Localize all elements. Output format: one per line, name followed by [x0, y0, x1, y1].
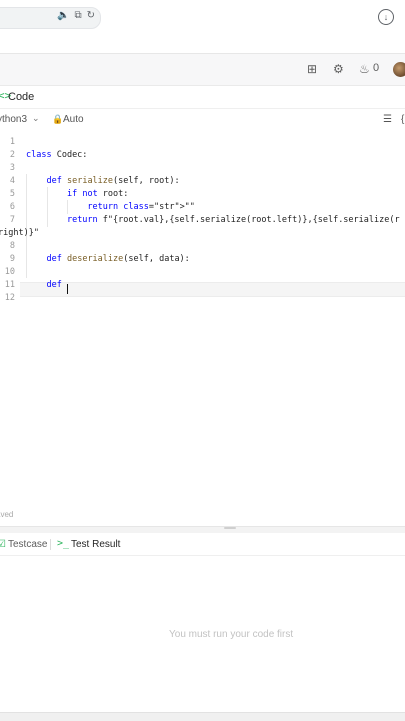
line-number: 3 — [9, 163, 15, 173]
editor-toolbar: ython3 ⌄ 🔒 Auto ☰ { — [0, 110, 405, 131]
line-number: 4 — [9, 176, 15, 186]
code-line: def — [46, 280, 62, 290]
line-number: 9 — [9, 254, 15, 264]
bottom-panel-tabs: ☑ Testcase >_ Test Result — [0, 533, 405, 556]
speaker-icon[interactable]: 🔈 — [57, 10, 69, 21]
address-bar-icons: 🔈 ⧉ ↻ — [57, 10, 95, 21]
code-line: class Codec: — [26, 150, 88, 160]
refresh-icon[interactable]: ↻ — [87, 10, 95, 21]
checkbox-icon: ☑ — [0, 539, 6, 550]
chevron-down-icon[interactable]: ⌄ — [32, 113, 40, 124]
avatar[interactable] — [393, 62, 405, 77]
empty-result-message: You must run your code first — [169, 629, 294, 640]
layout-icon[interactable]: ⊞ — [307, 62, 317, 76]
mode-label[interactable]: Auto — [63, 114, 84, 125]
tab-test-result[interactable]: Test Result — [71, 539, 120, 550]
terminal-icon: >_ — [57, 538, 70, 549]
code-panel-title: Code — [8, 91, 35, 103]
line-number: 11 — [4, 280, 15, 290]
code-line: def serialize(self, root): — [46, 176, 180, 186]
code-line: return f"{root.val},{self.serialize(root… — [66, 215, 400, 225]
line-number: 8 — [9, 241, 15, 251]
text-cursor — [67, 284, 68, 294]
current-line-highlight — [20, 282, 405, 297]
fire-icon[interactable]: ♨ — [359, 62, 370, 76]
code-panel-header: <> Code — [0, 87, 405, 109]
language-selector[interactable]: ython3 — [0, 114, 27, 125]
line-number: 5 — [9, 189, 15, 199]
notes-icon[interactable]: ☰ — [383, 114, 392, 125]
line-number: 1 — [9, 137, 15, 147]
browser-toolbar: 🔈 ⧉ ↻ ↓ — [0, 0, 405, 36]
line-number: 12 — [4, 293, 15, 303]
code-line: def deserialize(self, data): — [46, 254, 190, 264]
line-number: 2 — [9, 150, 15, 160]
code-line-wrapped: right)}" — [0, 228, 39, 238]
tab-testcase[interactable]: Testcase — [8, 539, 47, 550]
lock-icon: 🔒 — [52, 114, 64, 124]
streak-count: 0 — [373, 62, 380, 74]
line-number: 7 — [9, 215, 15, 225]
saved-status: aved — [0, 510, 14, 519]
panel-splitter[interactable] — [0, 526, 405, 533]
settings-icon[interactable]: ⚙ — [333, 62, 344, 76]
tab-divider — [50, 539, 51, 550]
code-line: if not root: — [66, 189, 129, 199]
brackets-icon[interactable]: { — [401, 114, 404, 125]
line-number: 6 — [9, 202, 15, 212]
line-number: 10 — [4, 267, 15, 277]
bookmarks-strip — [0, 36, 405, 54]
code-line: return class="str">"" — [87, 202, 195, 212]
code-editor[interactable]: 1 2 3 4 5 6 7 8 9 10 11 12 class Codec: … — [0, 130, 405, 520]
drag-handle[interactable] — [224, 527, 236, 529]
top-nav: ⊞ ⚙ ♨ 0 — [0, 54, 405, 86]
download-icon[interactable]: ↓ — [378, 9, 394, 25]
translate-icon[interactable]: ⧉ — [74, 10, 81, 21]
